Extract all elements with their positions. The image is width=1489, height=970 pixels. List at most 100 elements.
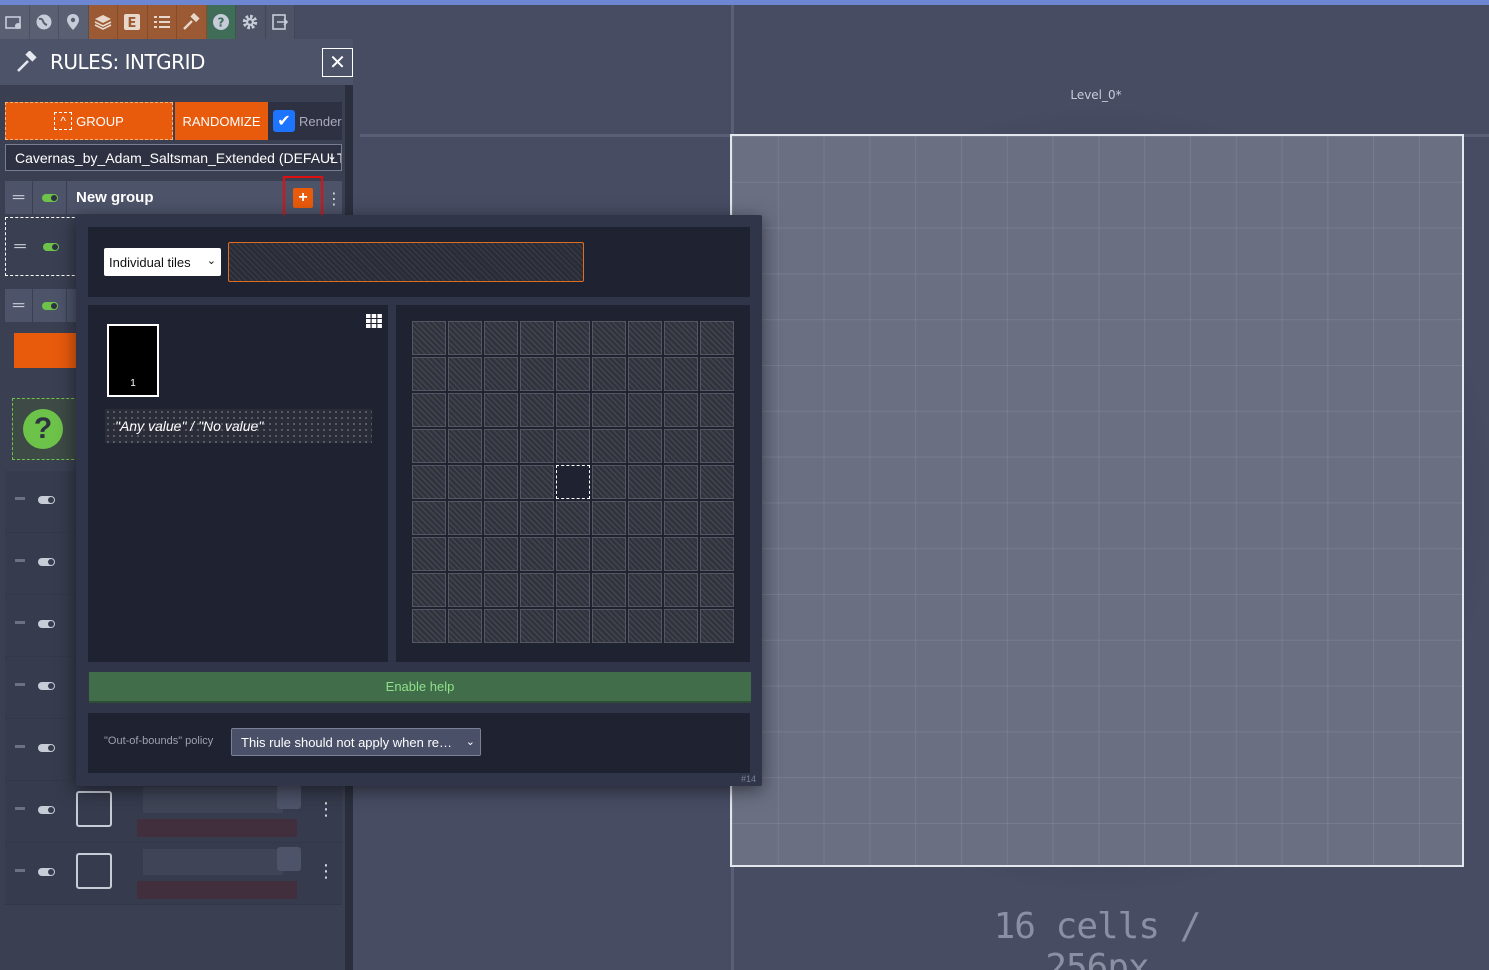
hand-icon[interactable] (277, 785, 301, 809)
pattern-cell[interactable] (592, 321, 626, 355)
rule-toggle[interactable] (38, 682, 55, 690)
pattern-cell[interactable] (484, 465, 518, 499)
pattern-cell[interactable] (520, 501, 554, 535)
pattern-cell[interactable] (664, 393, 698, 427)
pattern-cell[interactable] (448, 429, 482, 463)
pattern-cell[interactable] (556, 357, 590, 391)
pattern-cell[interactable] (520, 429, 554, 463)
pattern-cell[interactable] (448, 537, 482, 571)
rule-pattern-thumb[interactable] (76, 853, 112, 889)
settings-gear-icon[interactable] (236, 5, 266, 39)
pattern-cell[interactable] (520, 465, 554, 499)
pattern-cell[interactable] (592, 429, 626, 463)
pattern-cell[interactable] (628, 321, 662, 355)
pattern-cell[interactable] (592, 357, 626, 391)
pattern-cell[interactable] (664, 357, 698, 391)
randomize-button[interactable]: RANDOMIZE (175, 102, 268, 140)
world-icon[interactable] (29, 5, 59, 39)
pattern-cell[interactable] (664, 537, 698, 571)
pattern-cell[interactable] (664, 429, 698, 463)
rules-hammer-icon[interactable] (177, 5, 207, 39)
pattern-cell[interactable] (700, 537, 734, 571)
pattern-cell[interactable] (448, 609, 482, 643)
tile-selection-field[interactable] (228, 242, 584, 282)
oob-policy-select[interactable]: This rule should not apply when re… ⌄ (231, 728, 481, 756)
pattern-cell[interactable] (592, 537, 626, 571)
pattern-cell[interactable] (700, 609, 734, 643)
pattern-cell[interactable] (448, 501, 482, 535)
rule-toggle[interactable] (38, 806, 55, 814)
pattern-cell[interactable] (484, 573, 518, 607)
pattern-cell[interactable] (664, 465, 698, 499)
pattern-cell[interactable] (520, 609, 554, 643)
group-menu-icon[interactable]: ⋮ (326, 189, 342, 209)
preset-select[interactable]: Cavernas_by_Adam_Saltsman_Extended (DEFA… (5, 144, 342, 171)
pattern-cell[interactable] (664, 609, 698, 643)
rule-group-row-2[interactable]: ═ (5, 289, 85, 322)
pattern-cell[interactable] (592, 501, 626, 535)
pattern-cell[interactable] (448, 393, 482, 427)
pattern-cell[interactable] (484, 501, 518, 535)
drag-handle-icon[interactable]: ═ (6, 230, 34, 263)
pattern-cell[interactable] (664, 321, 698, 355)
pattern-cell[interactable] (700, 393, 734, 427)
grid-view-icon[interactable] (366, 314, 382, 328)
any-value-option[interactable]: "Any value" / "No value" (105, 409, 372, 443)
pattern-cell[interactable] (628, 465, 662, 499)
pattern-cell[interactable] (664, 501, 698, 535)
pattern-cell[interactable] (556, 537, 590, 571)
rule-row[interactable]: ⋮ (5, 781, 342, 843)
pattern-cell[interactable] (556, 429, 590, 463)
pattern-cell[interactable] (448, 321, 482, 355)
list-icon[interactable] (147, 5, 177, 39)
pattern-cell[interactable] (412, 357, 446, 391)
pattern-cell[interactable] (592, 609, 626, 643)
pattern-cell[interactable] (484, 393, 518, 427)
pattern-cell[interactable] (556, 501, 590, 535)
group-enabled-toggle[interactable] (33, 181, 67, 214)
rule-toggle[interactable] (38, 558, 55, 566)
pattern-cell[interactable] (700, 429, 734, 463)
pattern-cell[interactable] (664, 573, 698, 607)
pattern-cell[interactable] (520, 357, 554, 391)
pattern-cell[interactable] (628, 501, 662, 535)
pattern-cell[interactable] (592, 393, 626, 427)
pattern-cell[interactable] (628, 609, 662, 643)
pattern-cell[interactable] (556, 321, 590, 355)
pattern-cell[interactable] (448, 465, 482, 499)
level-canvas[interactable] (730, 134, 1464, 867)
pattern-cell[interactable] (592, 465, 626, 499)
pattern-cell[interactable] (628, 393, 662, 427)
tile-mode-select[interactable]: Individual tiles ⌄ (104, 248, 221, 276)
drag-handle-icon[interactable]: ═ (5, 181, 33, 214)
render-checkbox[interactable]: ✔ (273, 110, 295, 132)
pattern-cell[interactable] (412, 321, 446, 355)
pattern-cell[interactable] (556, 609, 590, 643)
pattern-cell[interactable] (700, 573, 734, 607)
pattern-cell[interactable] (520, 537, 554, 571)
project-icon[interactable] (0, 5, 30, 39)
pattern-cell[interactable] (484, 321, 518, 355)
pattern-center-cell[interactable] (556, 465, 590, 499)
rule-toggle[interactable] (38, 496, 55, 504)
pattern-cell[interactable] (592, 573, 626, 607)
pattern-cell[interactable] (412, 573, 446, 607)
rule-toggle[interactable] (38, 620, 55, 628)
pattern-cell[interactable] (484, 429, 518, 463)
rule-enabled-toggle[interactable] (34, 230, 68, 263)
pattern-cell[interactable] (448, 573, 482, 607)
pattern-cell[interactable] (520, 321, 554, 355)
rule-row[interactable]: ⋮ (5, 843, 342, 905)
location-pin-icon[interactable] (59, 5, 89, 39)
pattern-cell[interactable] (628, 573, 662, 607)
pattern-cell[interactable] (520, 393, 554, 427)
rule-toggle[interactable] (38, 868, 55, 876)
intgrid-value-swatch[interactable]: 1 (107, 324, 159, 397)
pattern-cell[interactable] (484, 357, 518, 391)
pattern-cell[interactable] (412, 429, 446, 463)
close-panel-button[interactable]: ✕ (322, 48, 353, 77)
pattern-cell[interactable] (700, 465, 734, 499)
pattern-cell[interactable] (556, 573, 590, 607)
pattern-cell[interactable] (700, 357, 734, 391)
add-group-button[interactable]: ^ GROUP (5, 102, 173, 140)
